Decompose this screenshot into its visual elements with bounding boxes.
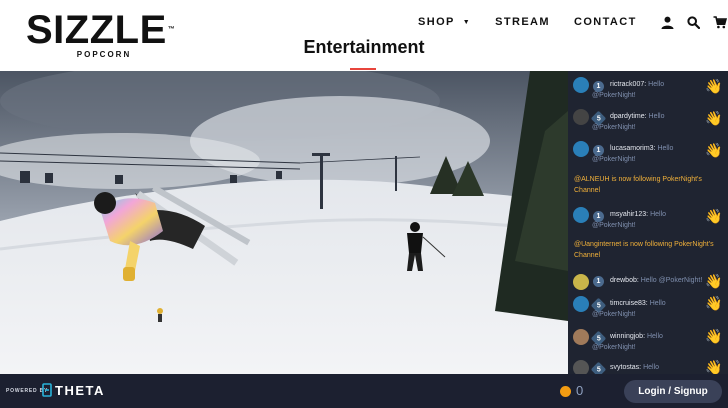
wave-icon[interactable]: 👋 (705, 78, 722, 94)
cart-icon[interactable] (713, 15, 727, 29)
main-nav: SHOP ▼ STREAM CONTACT (418, 14, 728, 30)
follow-notification: @Uanginternet is now following PokerNigh… (574, 241, 714, 259)
theta-wordmark[interactable]: THETA (55, 383, 105, 398)
avatar (573, 329, 589, 345)
wave-icon[interactable]: 👋 (705, 328, 722, 344)
wave-icon[interactable]: 👋 (705, 273, 722, 289)
video-player[interactable] (0, 71, 568, 374)
wave-icon[interactable]: 👋 (705, 359, 722, 374)
video-frame (0, 71, 568, 374)
coin-icon (560, 386, 571, 397)
chat-panel[interactable]: 1 rictrack007: Hello @PokerNight! 👋 5 dp… (568, 71, 728, 374)
avatar (573, 77, 589, 93)
avatar (573, 360, 589, 374)
wave-icon[interactable]: 👋 (705, 142, 722, 158)
nav-contact[interactable]: CONTACT (574, 16, 637, 28)
follow-notification: @ALNEUH is now following PokerNight's Ch… (574, 176, 702, 194)
wave-icon[interactable]: 👋 (705, 110, 722, 126)
avatar (573, 296, 589, 312)
search-icon[interactable] (687, 15, 701, 29)
trademark: ™ (167, 26, 176, 33)
theta-logo-icon[interactable] (42, 383, 52, 397)
footer-bar: POWERED BY THETA 0 Login / Signup (0, 374, 728, 408)
chevron-down-icon: ▼ (462, 18, 472, 26)
avatar (573, 141, 589, 157)
nav-stream[interactable]: STREAM (495, 16, 550, 28)
page-title: Entertainment (303, 37, 425, 57)
coin-count: 0 (576, 383, 584, 398)
title-underline (350, 68, 376, 70)
nav-shop[interactable]: SHOP ▼ (418, 16, 471, 28)
avatar (573, 274, 589, 290)
account-icon[interactable] (661, 15, 675, 29)
avatar (573, 109, 589, 125)
wave-icon[interactable]: 👋 (705, 295, 722, 311)
avatar (573, 207, 589, 223)
wave-icon[interactable]: 👋 (705, 208, 722, 224)
site-header: SIZZLE™ POPCORN SHOP ▼ STREAM CONTACT Ent… (0, 0, 728, 71)
login-signup-button[interactable]: Login / Signup (624, 380, 722, 403)
